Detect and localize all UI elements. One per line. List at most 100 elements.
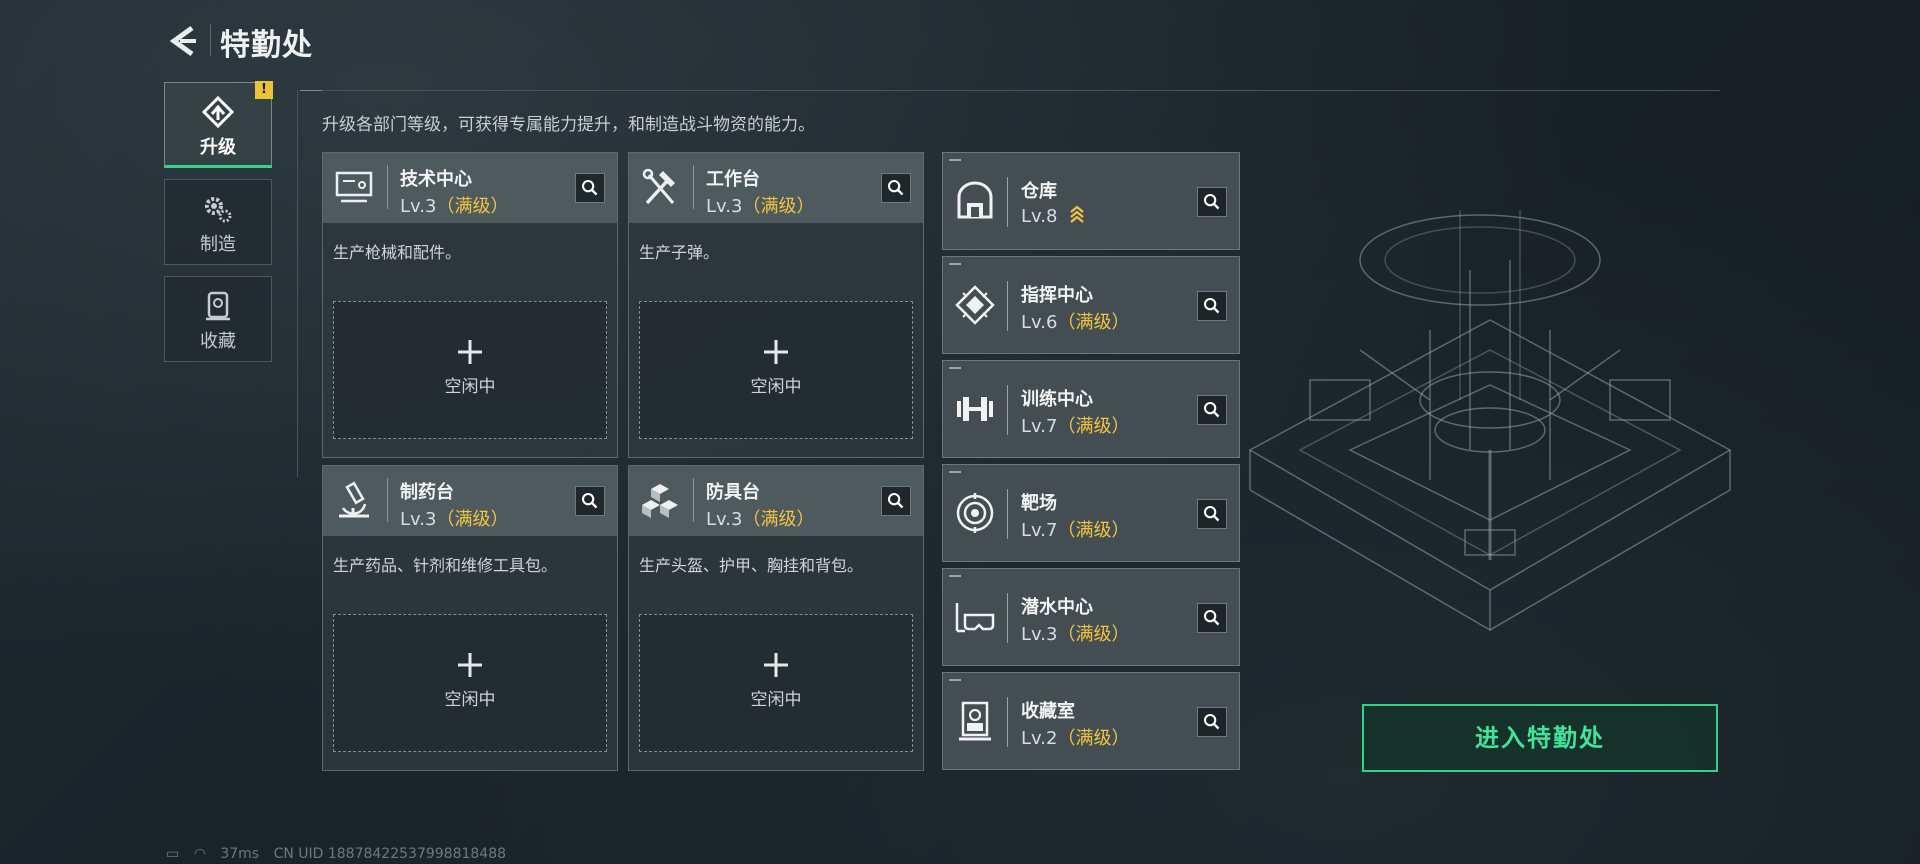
- search-icon[interactable]: [575, 173, 605, 203]
- card-header: 防具台 Lv.3（满级）: [629, 466, 923, 536]
- level-value: Lv.3: [400, 509, 437, 530]
- card-level: Lv.3（满级）: [706, 192, 814, 218]
- header-separator: [387, 478, 388, 522]
- max-level-tag: （满级）: [1057, 728, 1130, 749]
- search-icon[interactable]: [1197, 499, 1227, 529]
- dumbbell-icon: [957, 397, 993, 421]
- card-title: 技术中心: [400, 169, 472, 190]
- plus-icon: [458, 340, 482, 364]
- tab-upgrade[interactable]: ! 升级: [164, 81, 273, 168]
- header-separator: [693, 478, 694, 522]
- upgrade-chevrons-icon: [1070, 205, 1084, 223]
- tools-icon: [642, 168, 675, 205]
- tab-label: 制造: [200, 234, 236, 255]
- corner-mark: [949, 159, 961, 161]
- slot-status: 空闲中: [444, 690, 496, 710]
- idle-slot[interactable]: 空闲中: [639, 614, 913, 752]
- slot-status: 空闲中: [750, 377, 802, 397]
- tab-label: 升级: [200, 137, 236, 158]
- facility-level: Lv.8: [1021, 204, 1085, 227]
- card-description: 生产药品、针剂和维修工具包。: [333, 556, 558, 575]
- facility-separator: [1007, 593, 1008, 643]
- corner-mark: [949, 471, 961, 473]
- facility-command-center[interactable]: 指挥中心 Lv.6（满级）: [942, 256, 1240, 354]
- plus-icon: [764, 340, 788, 364]
- slot-status: 空闲中: [444, 377, 496, 397]
- idle-slot[interactable]: 空闲中: [333, 614, 607, 752]
- search-icon[interactable]: [1197, 291, 1227, 321]
- diving-mask-icon: [955, 603, 995, 633]
- status-bar: ▭ ◠ 37ms CN UID 18878422537998818488: [166, 846, 516, 862]
- max-level-tag: （满级）: [1057, 416, 1130, 437]
- level-value: Lv.2: [1021, 728, 1058, 749]
- facility-name: 训练中心: [1021, 389, 1093, 410]
- facility-collection-room[interactable]: 收藏室 Lv.2（满级）: [942, 672, 1240, 770]
- tab-collection[interactable]: 收藏: [164, 276, 272, 362]
- notification-badge: !: [255, 81, 273, 99]
- search-icon[interactable]: [575, 486, 605, 516]
- corner-mark: [949, 367, 961, 369]
- facility-level: Lv.7（满级）: [1021, 412, 1129, 438]
- max-level-tag: （满级）: [742, 509, 815, 530]
- microscope-icon: [339, 481, 369, 518]
- facility-diving-center[interactable]: 潜水中心 Lv.3（满级）: [942, 568, 1240, 666]
- idle-slot[interactable]: 空闲中: [333, 301, 607, 439]
- search-icon[interactable]: [881, 173, 911, 203]
- facility-separator: [1007, 385, 1008, 435]
- max-level-tag: （满级）: [436, 196, 509, 217]
- max-level-tag: （满级）: [742, 196, 815, 217]
- max-level-tag: （满级）: [436, 509, 509, 530]
- header-separator: [387, 165, 388, 209]
- facility-level: Lv.3（满级）: [1021, 620, 1129, 646]
- facility-separator: [1007, 177, 1008, 227]
- intro-text: 升级各部门等级，可获得专属能力提升，和制造战斗物资的能力。: [322, 115, 815, 135]
- card-description: 生产子弹。: [639, 243, 720, 262]
- header-separator: [693, 165, 694, 209]
- card-workbench: 工作台 Lv.3（满级） 生产子弹。 空闲中: [628, 152, 924, 458]
- card-header: 制药台 Lv.3（满级）: [323, 466, 617, 536]
- card-header: 工作台 Lv.3（满级）: [629, 153, 923, 223]
- display-case-icon: [959, 701, 991, 741]
- card-level: Lv.3（满级）: [706, 505, 814, 531]
- slot-status: 空闲中: [750, 690, 802, 710]
- facility-separator: [1007, 281, 1008, 331]
- level-value: Lv.7: [1021, 520, 1058, 541]
- target-icon: [956, 493, 994, 533]
- card-title: 制药台: [400, 482, 454, 503]
- monitor-icon: [335, 171, 373, 203]
- search-icon[interactable]: [1197, 603, 1227, 633]
- card-title: 防具台: [706, 482, 760, 503]
- max-level-tag: （满级）: [1057, 520, 1130, 541]
- back-arrow-icon[interactable]: [162, 20, 204, 62]
- card-pharmacy: 制药台 Lv.3（满级） 生产药品、针剂和维修工具包。 空闲中: [322, 465, 618, 771]
- ping-value: 37ms: [220, 846, 260, 862]
- page-title: 特勤处: [220, 28, 313, 63]
- uid-text: CN UID 18878422537998818488: [273, 846, 507, 862]
- enter-special-ops-button[interactable]: 进入特勤处: [1362, 704, 1718, 772]
- facility-name: 潜水中心: [1021, 597, 1093, 618]
- facility-name: 收藏室: [1021, 701, 1075, 722]
- search-icon[interactable]: [1197, 187, 1227, 217]
- facility-separator: [1007, 489, 1008, 539]
- facility-shooting-range[interactable]: 靶场 Lv.7（满级）: [942, 464, 1240, 562]
- chip-icon: [955, 285, 995, 325]
- tab-manufacture[interactable]: 制造: [164, 179, 272, 265]
- card-armor-bench: 防具台 Lv.3（满级） 生产头盔、护甲、胸挂和背包。 空闲中: [628, 465, 924, 771]
- idle-slot[interactable]: 空闲中: [639, 301, 913, 439]
- level-value: Lv.8: [1021, 206, 1058, 227]
- card-description: 生产头盔、护甲、胸挂和背包。: [639, 556, 864, 575]
- card-title: 工作台: [706, 169, 760, 190]
- search-icon[interactable]: [1197, 395, 1227, 425]
- cubes-icon: [642, 484, 678, 518]
- facility-warehouse[interactable]: 仓库 Lv.8: [942, 152, 1240, 250]
- facility-training-center[interactable]: 训练中心 Lv.7（满级）: [942, 360, 1240, 458]
- card-level: Lv.3（满级）: [400, 505, 508, 531]
- search-icon[interactable]: [881, 486, 911, 516]
- plus-icon: [764, 653, 788, 677]
- card-tech-center: 技术中心 Lv.3（满级） 生产枪械和配件。 空闲中: [322, 152, 618, 458]
- corner-mark: [949, 263, 961, 265]
- upgrade-icon: [201, 95, 235, 129]
- corner-mark: [949, 575, 961, 577]
- plus-icon: [458, 653, 482, 677]
- search-icon[interactable]: [1197, 707, 1227, 737]
